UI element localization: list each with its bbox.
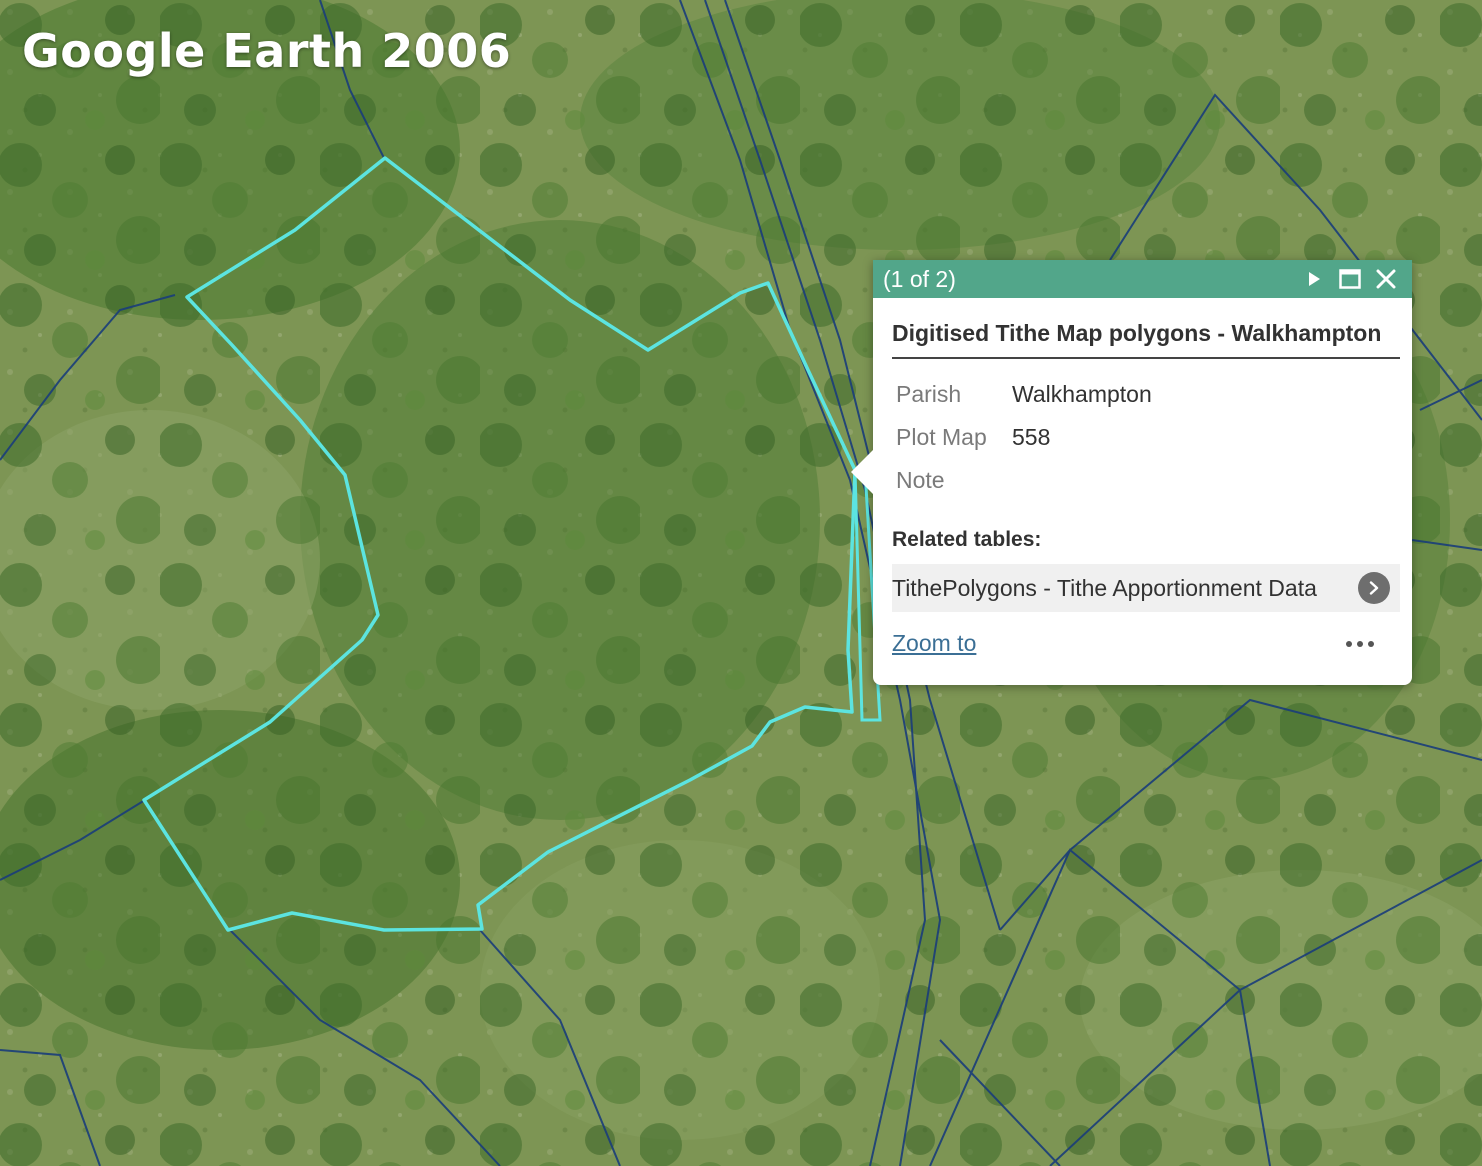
attribute-table: Parish Walkhampton Plot Map 558 Note: [892, 373, 1152, 502]
attribute-row: Note: [892, 459, 1152, 502]
field-value-note: [1004, 459, 1152, 502]
more-icon: [1346, 640, 1352, 647]
field-value-parish: Walkhampton: [1012, 381, 1152, 407]
popup-footer: Zoom to: [892, 630, 1400, 657]
close-button[interactable]: [1370, 263, 1402, 295]
maximize-button[interactable]: [1334, 263, 1366, 295]
related-table-name: TithePolygons - Tithe Apportionment Data: [892, 574, 1317, 601]
popup-body: Digitised Tithe Map polygons - Walkhampt…: [873, 298, 1412, 657]
field-name-parish: Parish: [896, 381, 962, 407]
next-feature-button[interactable]: [1298, 263, 1330, 295]
related-table-item[interactable]: TithePolygons - Tithe Apportionment Data: [892, 564, 1400, 612]
popup-header: (1 of 2): [873, 260, 1412, 298]
field-name-plot-map: Plot Map: [896, 424, 987, 450]
field-name-note: Note: [896, 467, 945, 493]
more-icon-dot: [1368, 640, 1374, 647]
basemap-year-label: Google Earth 2006: [22, 24, 512, 78]
field-value-plot-map: 558: [1012, 424, 1051, 450]
maximize-icon: [1339, 269, 1361, 289]
popup-title: Digitised Tithe Map polygons - Walkhampt…: [892, 298, 1400, 359]
next-icon: [1309, 272, 1320, 286]
related-tables-label: Related tables:: [892, 528, 1042, 551]
attribute-row: Plot Map 558: [892, 416, 1152, 459]
popup-pointer: [851, 450, 873, 494]
zoom-to-link[interactable]: Zoom to: [892, 630, 976, 657]
attribute-row: Parish Walkhampton: [892, 373, 1152, 416]
more-icon-dot: [1357, 640, 1363, 647]
more-actions-button[interactable]: [1340, 635, 1400, 653]
feature-count: (1 of 2): [883, 265, 956, 292]
feature-popup: (1 of 2) Digitised Tithe Map polygons - …: [851, 260, 1412, 685]
chevron-right-icon: [1358, 572, 1390, 604]
close-icon: [1376, 269, 1396, 289]
